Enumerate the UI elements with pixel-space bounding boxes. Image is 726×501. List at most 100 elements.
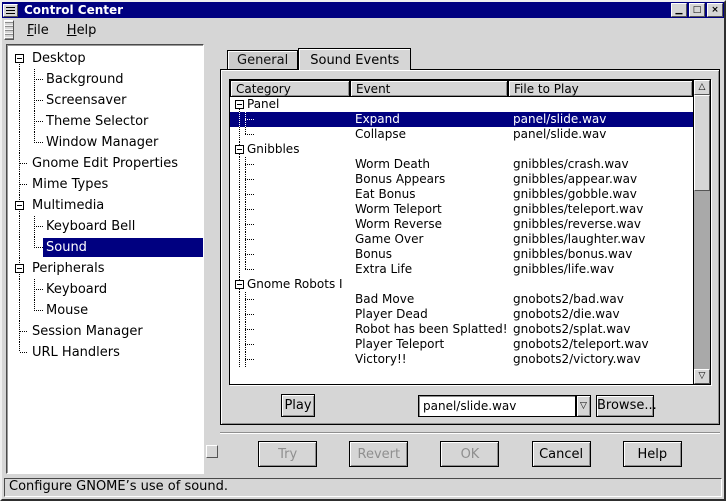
tree-connector-line bbox=[34, 79, 43, 80]
column-header-file-to-play[interactable]: File to Play bbox=[508, 80, 693, 97]
tree-expander-minus-icon[interactable] bbox=[15, 264, 24, 273]
sidebar-item-sound[interactable]: Sound bbox=[7, 237, 203, 258]
close-icon[interactable]: × bbox=[707, 3, 723, 17]
sidebar-item-keyboard-bell[interactable]: Keyboard Bell bbox=[7, 216, 203, 237]
table-row[interactable]: Panel bbox=[230, 97, 693, 112]
sidebar-item-mime-types[interactable]: Mime Types bbox=[7, 174, 203, 195]
tree-expander-minus-icon[interactable] bbox=[15, 54, 24, 63]
table-row[interactable]: Bad Movegnobots2/bad.wav bbox=[230, 292, 693, 307]
scroll-up-icon[interactable]: △ bbox=[694, 80, 710, 95]
sidebar-item-desktop[interactable]: Desktop bbox=[7, 48, 203, 69]
file-cell: gnobots2/teleport.wav bbox=[508, 337, 693, 352]
sidebar-item-label: Desktop bbox=[29, 49, 91, 68]
tab-sound-events[interactable]: Sound Events bbox=[298, 48, 411, 70]
tree-expander-minus-icon[interactable] bbox=[235, 100, 244, 109]
table-row[interactable]: Victory!!gnobots2/victory.wav bbox=[230, 352, 693, 367]
menu-file[interactable]: File bbox=[18, 20, 58, 40]
column-header-event[interactable]: Event bbox=[350, 80, 508, 97]
tree-connector-line bbox=[245, 179, 254, 180]
tree-connector-line bbox=[239, 157, 240, 172]
tree-connector-line bbox=[245, 269, 254, 270]
table-row[interactable]: Eat Bonusgnibbles/gobble.wav bbox=[230, 187, 693, 202]
table-row[interactable]: Robot has been Splatted!gnobots2/splat.w… bbox=[230, 322, 693, 337]
table-row[interactable]: Player Deadgnobots2/die.wav bbox=[230, 307, 693, 322]
sound-file-controls: Play ▽ Browse... bbox=[229, 394, 711, 417]
table-row[interactable]: Collapsepanel/slide.wav bbox=[230, 127, 693, 142]
sidebar-item-label: Mime Types bbox=[29, 175, 113, 194]
tree-connector-line bbox=[245, 209, 254, 210]
tree-connector-line bbox=[245, 134, 254, 135]
sidebar-item-screensaver[interactable]: Screensaver bbox=[7, 90, 203, 111]
tree-connector-line bbox=[239, 262, 240, 277]
table-row[interactable]: Gnome Robots I bbox=[230, 277, 693, 292]
sidebar-item-url-handlers[interactable]: URL Handlers bbox=[7, 342, 203, 363]
scrollbar-trough[interactable] bbox=[694, 191, 710, 369]
tree-connector-line bbox=[239, 322, 240, 337]
window-menu-icon[interactable] bbox=[3, 4, 18, 17]
tree-expander-minus-icon[interactable] bbox=[15, 201, 24, 210]
combo-arrow-icon[interactable]: ▽ bbox=[576, 395, 591, 417]
tree-connector-line bbox=[245, 262, 246, 269]
tree-connector-line bbox=[19, 300, 20, 321]
browse-button[interactable]: Browse... bbox=[596, 395, 654, 417]
sidebar-item-keyboard[interactable]: Keyboard bbox=[7, 279, 203, 300]
tree-connector-line bbox=[239, 127, 240, 142]
sidebar-item-mouse[interactable]: Mouse bbox=[7, 300, 203, 321]
event-cell: Player Dead bbox=[350, 307, 508, 322]
menubar-grip-handle[interactable] bbox=[4, 20, 14, 40]
tree-connector-line bbox=[245, 239, 254, 240]
sidebar-item-gnome-edit-properties[interactable]: Gnome Edit Properties bbox=[7, 153, 203, 174]
sidebar-item-background[interactable]: Background bbox=[7, 69, 203, 90]
minimize-icon[interactable]: ▁ bbox=[671, 3, 687, 17]
sidebar-item-label: Sound bbox=[43, 238, 203, 257]
tree-expander-minus-icon[interactable] bbox=[235, 280, 244, 289]
event-cell: Extra Life bbox=[350, 262, 508, 277]
table-row[interactable]: Bonusgnibbles/bonus.wav bbox=[230, 247, 693, 262]
scrollbar-thumb[interactable] bbox=[694, 95, 710, 191]
tab-general[interactable]: General bbox=[227, 50, 298, 69]
file-cell: gnobots2/die.wav bbox=[508, 307, 693, 322]
menu-help[interactable]: Help bbox=[58, 20, 106, 40]
sidebar-item-window-manager[interactable]: Window Manager bbox=[7, 132, 203, 153]
sidebar-item-label: Background bbox=[43, 70, 129, 89]
tree-connector-line bbox=[20, 184, 28, 185]
table-row[interactable]: Bonus Appearsgnibbles/appear.wav bbox=[230, 172, 693, 187]
pane-resize-handle[interactable] bbox=[206, 445, 218, 458]
table-row[interactable]: Worm Reversegnibbles/reverse.wav bbox=[230, 217, 693, 232]
table-row[interactable]: Extra Lifegnibbles/life.wav bbox=[230, 262, 693, 277]
play-button[interactable]: Play bbox=[281, 394, 315, 417]
cancel-button[interactable]: Cancel bbox=[532, 441, 591, 467]
sidebar-item-label: Peripherals bbox=[29, 259, 110, 278]
event-cell: Bad Move bbox=[350, 292, 508, 307]
scroll-down-icon[interactable]: ▽ bbox=[694, 369, 710, 384]
ok-button: OK bbox=[440, 441, 499, 467]
table-row[interactable]: Expandpanel/slide.wav bbox=[230, 112, 693, 127]
tree-connector-line bbox=[20, 352, 28, 353]
sound-events-page: CategoryEventFile to Play PanelExpandpan… bbox=[220, 69, 720, 425]
sidebar-item-label: Gnome Edit Properties bbox=[29, 154, 183, 173]
table-row[interactable]: Gnibbles bbox=[230, 142, 693, 157]
table-row[interactable]: Player Teleportgnobots2/teleport.wav bbox=[230, 337, 693, 352]
sound-file-input[interactable] bbox=[418, 395, 576, 417]
table-row[interactable]: Worm Deathgnibbles/crash.wav bbox=[230, 157, 693, 172]
table-row[interactable]: Game Overgnibbles/laughter.wav bbox=[230, 232, 693, 247]
tree-connector-line bbox=[19, 237, 20, 258]
column-header-category[interactable]: Category bbox=[230, 80, 350, 97]
tree-connector-line bbox=[20, 163, 28, 164]
window-title: Control Center bbox=[20, 3, 669, 17]
tree-expander-minus-icon[interactable] bbox=[235, 145, 244, 154]
file-cell: gnobots2/splat.wav bbox=[508, 322, 693, 337]
tree-connector-line bbox=[34, 226, 43, 227]
sidebar-item-theme-selector[interactable]: Theme Selector bbox=[7, 111, 203, 132]
tree-connector-line bbox=[245, 119, 254, 120]
event-cell: Expand bbox=[350, 112, 508, 127]
help-button[interactable]: Help bbox=[623, 441, 682, 467]
sidebar-item-multimedia[interactable]: Multimedia bbox=[7, 195, 203, 216]
maximize-icon[interactable]: □ bbox=[689, 3, 705, 17]
sidebar-item-session-manager[interactable]: Session Manager bbox=[7, 321, 203, 342]
sidebar-item-peripherals[interactable]: Peripherals bbox=[7, 258, 203, 279]
table-row[interactable]: Worm Teleportgnibbles/teleport.wav bbox=[230, 202, 693, 217]
tree-connector-line bbox=[245, 224, 254, 225]
table-scrollbar[interactable]: △ ▽ bbox=[693, 80, 710, 384]
sidebar-item-label: Window Manager bbox=[43, 133, 163, 152]
